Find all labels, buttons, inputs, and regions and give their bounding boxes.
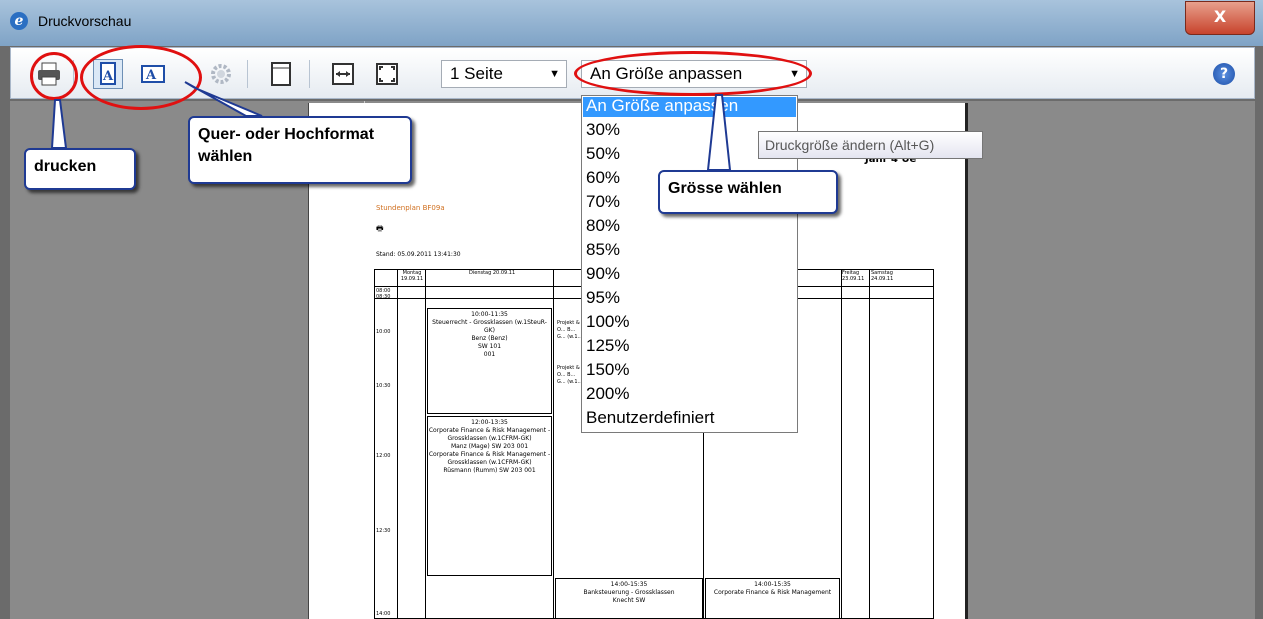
callout-print: drucken bbox=[24, 148, 136, 190]
callout-size: Grösse wählen bbox=[658, 170, 838, 214]
callout-pointers bbox=[50, 81, 732, 171]
callout-orientation: Quer- oder Hochformat wählen bbox=[188, 116, 412, 184]
